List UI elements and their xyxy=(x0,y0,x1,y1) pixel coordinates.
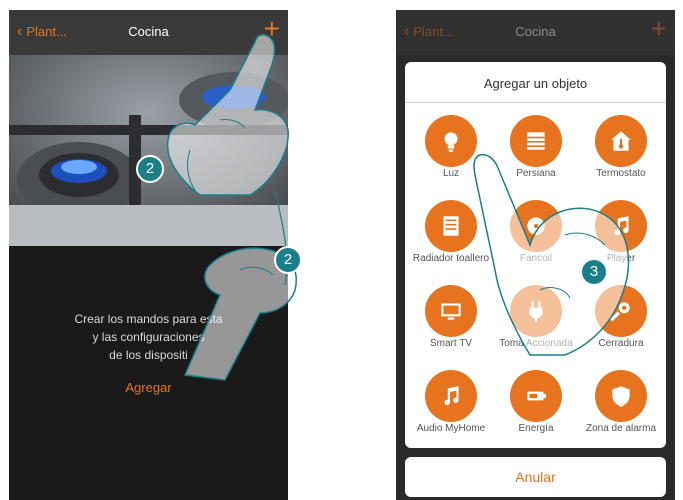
object-tile-luz[interactable]: Luz xyxy=(410,115,492,195)
right-phone-screen: ‹ Plant... Cocina + Agregar un objeto Luz… xyxy=(396,10,675,500)
object-tile-toma-accionada[interactable]: Toma Accionada xyxy=(495,285,577,365)
battery-icon xyxy=(510,370,562,422)
music-note-icon xyxy=(425,370,477,422)
object-label: Energía xyxy=(518,423,554,434)
object-label: Zona de alarma xyxy=(585,423,657,434)
info-line: de los dispositi xyxy=(109,348,188,362)
step-badge: 2 xyxy=(136,155,164,183)
object-tile-cerradura[interactable]: Cerradura xyxy=(580,285,662,365)
add-link[interactable]: Agregar xyxy=(9,380,288,395)
page-title: Cocina xyxy=(128,24,169,39)
plus-icon[interactable]: + xyxy=(264,15,280,43)
object-tile-fancoil[interactable]: Fancoil xyxy=(495,200,577,280)
shield-icon xyxy=(595,370,647,422)
lightbulb-icon xyxy=(425,115,477,167)
object-label: Fancoil xyxy=(519,253,553,264)
top-bar: ‹ Plant... Cocina + xyxy=(396,10,675,55)
object-label: Luz xyxy=(442,168,460,179)
left-phone-screen: ‹ Plant... Cocina + Crear los mandos para… xyxy=(9,10,288,500)
object-label: Audio MyHome xyxy=(416,423,486,434)
dialog-title: Agregar un objeto xyxy=(483,76,588,91)
object-tile-smart-tv[interactable]: Smart TV xyxy=(410,285,492,365)
object-label: Persiana xyxy=(516,168,556,179)
thermostat-icon xyxy=(595,115,647,167)
towel-radiator-icon xyxy=(425,200,477,252)
shutter-icon xyxy=(510,115,562,167)
info-text: Crear los mandos para esta y las configu… xyxy=(9,310,288,364)
object-tile-persiana[interactable]: Persiana xyxy=(495,115,577,195)
object-tile-energia[interactable]: Energía xyxy=(495,370,577,450)
object-label: Radiador toallero xyxy=(412,253,490,264)
object-label: Smart TV xyxy=(429,338,473,349)
object-tile-termostato[interactable]: Termostato xyxy=(580,115,662,195)
step-badge: 3 xyxy=(580,258,608,286)
cancel-button[interactable]: Anular xyxy=(405,457,666,497)
object-label: Toma Accionada xyxy=(499,338,573,349)
info-line: Crear los mandos para esta xyxy=(74,312,223,326)
tv-icon xyxy=(425,285,477,337)
info-line: y las configuraciones xyxy=(92,330,205,344)
object-tile-zona-de-alarma[interactable]: Zona de alarma xyxy=(580,370,662,450)
top-bar: ‹ Plant... Cocina + xyxy=(9,10,288,55)
object-label: Termostato xyxy=(596,168,646,179)
step-badge: 2 xyxy=(274,246,302,274)
page-title: Cocina xyxy=(515,24,556,39)
divider xyxy=(405,102,666,103)
key-icon xyxy=(595,285,647,337)
add-object-dialog: Agregar un objeto Luz Persiana Termostat… xyxy=(405,62,666,448)
fancoil-icon xyxy=(510,200,562,252)
object-tile-audio-myhome[interactable]: Audio MyHome xyxy=(410,370,492,450)
object-tile-radiador-toallero[interactable]: Radiador toallero xyxy=(410,200,492,280)
room-photo xyxy=(9,55,288,246)
plug-icon xyxy=(510,285,562,337)
plus-icon[interactable]: + xyxy=(651,15,667,43)
object-label: Cerradura xyxy=(598,338,644,349)
music-note-icon xyxy=(595,200,647,252)
